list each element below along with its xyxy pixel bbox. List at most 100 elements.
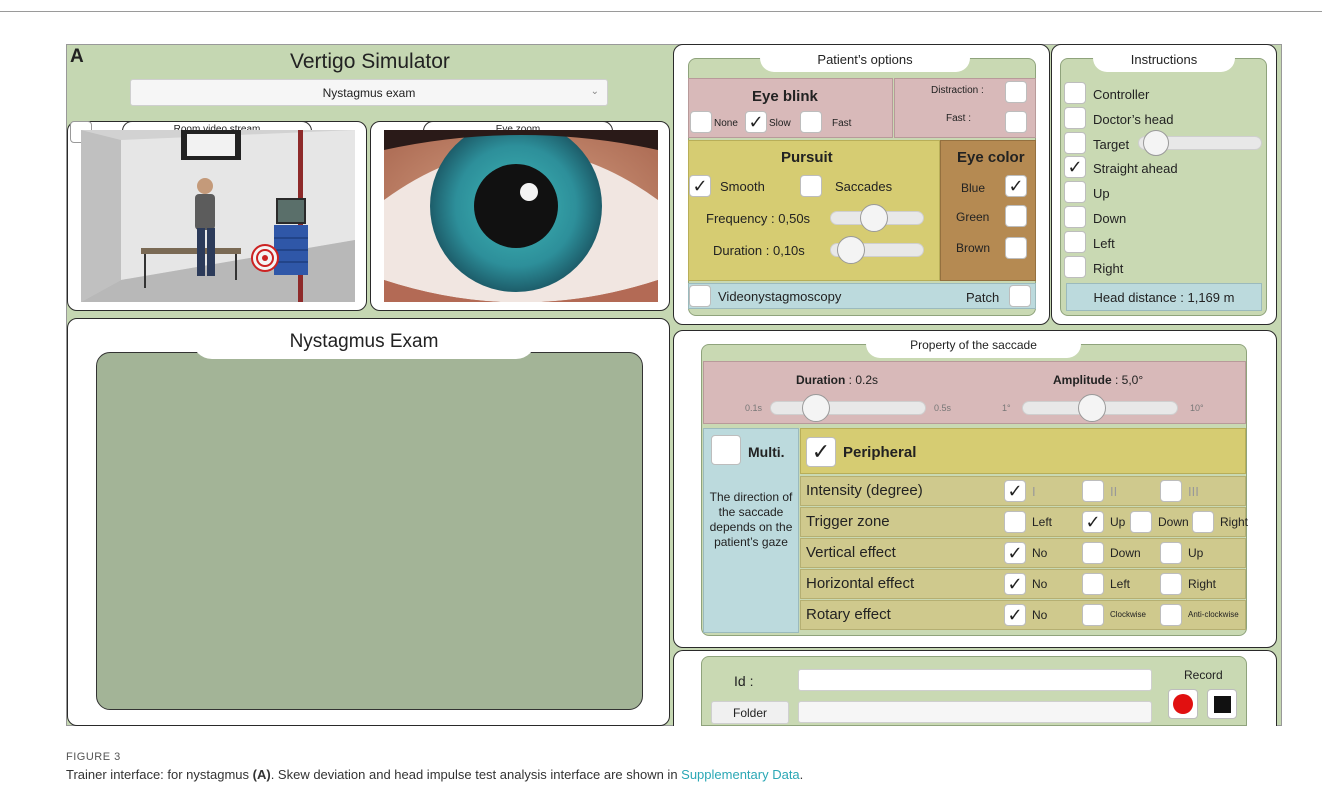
instruction-checkbox[interactable]: [1064, 206, 1086, 228]
patient-head: [197, 178, 213, 194]
instruction-checkbox[interactable]: [1064, 181, 1086, 203]
exam-select[interactable]: Nystagmus exam ⌄: [130, 79, 608, 106]
patch-checkbox[interactable]: [1009, 285, 1031, 307]
instruction-checkbox[interactable]: [1064, 132, 1086, 154]
instruction-checkbox[interactable]: ✓: [1064, 156, 1086, 178]
saccade-option-checkbox[interactable]: [1160, 542, 1182, 564]
figure-number: FIGURE 3: [66, 751, 121, 763]
saccade-duration-value: : 0.2s: [845, 373, 879, 387]
pursuit-saccades-label: Saccades: [835, 179, 893, 194]
saccade-duration-slider[interactable]: [770, 401, 926, 415]
saccade-option-checkbox[interactable]: [1192, 511, 1214, 533]
folder-path-field[interactable]: [798, 701, 1152, 723]
saccade-duration-max: 0.5s: [934, 403, 952, 413]
saccade-option-checkbox[interactable]: ✓: [1004, 604, 1026, 626]
saccade-duration-label: Duration: [796, 373, 846, 387]
eye-color-green-label: Green: [956, 210, 990, 224]
pursuit-title: Pursuit: [781, 149, 833, 166]
saccade-option-checkbox[interactable]: ✓: [1082, 511, 1104, 533]
instruction-checkbox[interactable]: [1064, 82, 1086, 104]
saccade-option-label: Anti-clockwise: [1188, 610, 1239, 619]
eye-blink-slow-checkbox[interactable]: ✓: [745, 111, 767, 133]
saccade-option-label: No: [1032, 608, 1048, 622]
instruction-checkbox[interactable]: [1064, 256, 1086, 278]
saccade-option-label: No: [1032, 577, 1048, 591]
folder-button[interactable]: Folder: [711, 701, 789, 724]
distraction-checkbox[interactable]: [1005, 81, 1027, 103]
pursuit-saccades-checkbox[interactable]: [800, 175, 822, 197]
caption-text-2: . Skew deviation and head impulse test a…: [270, 767, 682, 782]
eye-color-brown-checkbox[interactable]: [1005, 237, 1027, 259]
figure-label: A: [70, 46, 84, 67]
pursuit-smooth-checkbox[interactable]: ✓: [689, 175, 711, 197]
saccade-option-checkbox[interactable]: ✓: [1004, 573, 1026, 595]
saccade-amplitude-max: 10°: [1190, 403, 1204, 413]
patient-body: [195, 194, 215, 230]
saccade-option-checkbox[interactable]: [1004, 511, 1026, 533]
saccade-option-checkbox[interactable]: [1082, 573, 1104, 595]
exam-select-value: Nystagmus exam: [322, 85, 416, 100]
eye-color-blue-label: Blue: [961, 181, 986, 195]
saccade-option-label: II: [1110, 484, 1118, 499]
saccade-option-label: Left: [1110, 577, 1131, 591]
saccade-row-label: Vertical effect: [806, 544, 896, 561]
pursuit-smooth-label: Smooth: [720, 179, 765, 194]
saccade-option-label: Down: [1158, 515, 1189, 529]
supplementary-data-link[interactable]: Supplementary Data: [681, 767, 800, 782]
saccade-duration-thumb[interactable]: [802, 394, 830, 422]
saccade-option-checkbox[interactable]: ✓: [1004, 480, 1026, 502]
instructions-title: Instructions: [1093, 46, 1235, 72]
pupil: [474, 164, 558, 248]
eye-color-green-checkbox[interactable]: [1005, 205, 1027, 227]
eye-color-blue-checkbox[interactable]: ✓: [1005, 175, 1027, 197]
instruction-label: Right: [1093, 261, 1124, 276]
id-input[interactable]: [798, 669, 1152, 691]
instruction-label: Controller: [1093, 87, 1150, 102]
pursuit-duration-thumb[interactable]: [836, 236, 865, 264]
head-distance-display: Head distance : 1,169 m: [1066, 283, 1262, 311]
saccade-option-checkbox[interactable]: [1130, 511, 1152, 533]
instruction-label: Up: [1093, 186, 1110, 201]
peripheral-checkbox[interactable]: ✓: [806, 437, 836, 467]
caption-bold: (A): [252, 767, 271, 782]
saccade-option-checkbox[interactable]: [1082, 480, 1104, 502]
saccade-option-label: Left: [1032, 515, 1053, 529]
saccade-option-checkbox[interactable]: [1082, 604, 1104, 626]
id-label: Id :: [734, 673, 754, 689]
patch-label: Patch: [966, 290, 1000, 305]
stop-button[interactable]: [1207, 689, 1237, 719]
distraction-fast-checkbox[interactable]: [1005, 111, 1027, 133]
eye-zoom-view: [384, 130, 658, 302]
saccade-row-label: Rotary effect: [806, 606, 891, 623]
room-video-stream: [81, 130, 355, 302]
figure-caption: Trainer interface: for nystagmus (A). Sk…: [66, 767, 803, 782]
videonystagmoscopy-label: Videonystagmoscopy: [718, 289, 842, 304]
saccade-amplitude-min: 1°: [1002, 403, 1011, 413]
pursuit-frequency-thumb[interactable]: [859, 204, 888, 232]
saccade-option-label: I: [1032, 484, 1036, 499]
saccade-option-checkbox[interactable]: ✓: [1004, 542, 1026, 564]
instructions-body: [1060, 58, 1267, 316]
saccade-option-label: III: [1188, 484, 1199, 499]
instruction-checkbox[interactable]: [1064, 107, 1086, 129]
pursuit-duration-label: Duration : 0,10s: [713, 243, 805, 258]
target-slider-thumb[interactable]: [1142, 130, 1169, 156]
saccade-option-checkbox[interactable]: [1160, 573, 1182, 595]
saccade-option-label: Up: [1110, 515, 1126, 529]
pursuit-frequency-label: Frequency : 0,50s: [706, 211, 811, 226]
saccade-amplitude-text: Amplitude : 5,0°: [1053, 373, 1143, 387]
instruction-checkbox[interactable]: [1064, 231, 1086, 253]
eye-blink-slow-label: Slow: [769, 118, 791, 129]
instruction-label: Straight ahead: [1093, 161, 1178, 176]
record-button[interactable]: [1168, 689, 1198, 719]
saccade-option-checkbox[interactable]: [1160, 604, 1182, 626]
eye-blink-fast-checkbox[interactable]: [800, 111, 822, 133]
videonystagmoscopy-checkbox[interactable]: [689, 285, 711, 307]
eye-blink-none-checkbox[interactable]: [690, 111, 712, 133]
app-title: Vertigo Simulator: [290, 50, 450, 73]
multi-checkbox[interactable]: [711, 435, 741, 465]
multi-label: Multi.: [748, 444, 785, 460]
saccade-option-checkbox[interactable]: [1160, 480, 1182, 502]
saccade-option-checkbox[interactable]: [1082, 542, 1104, 564]
eye-color-brown-label: Brown: [956, 241, 991, 255]
